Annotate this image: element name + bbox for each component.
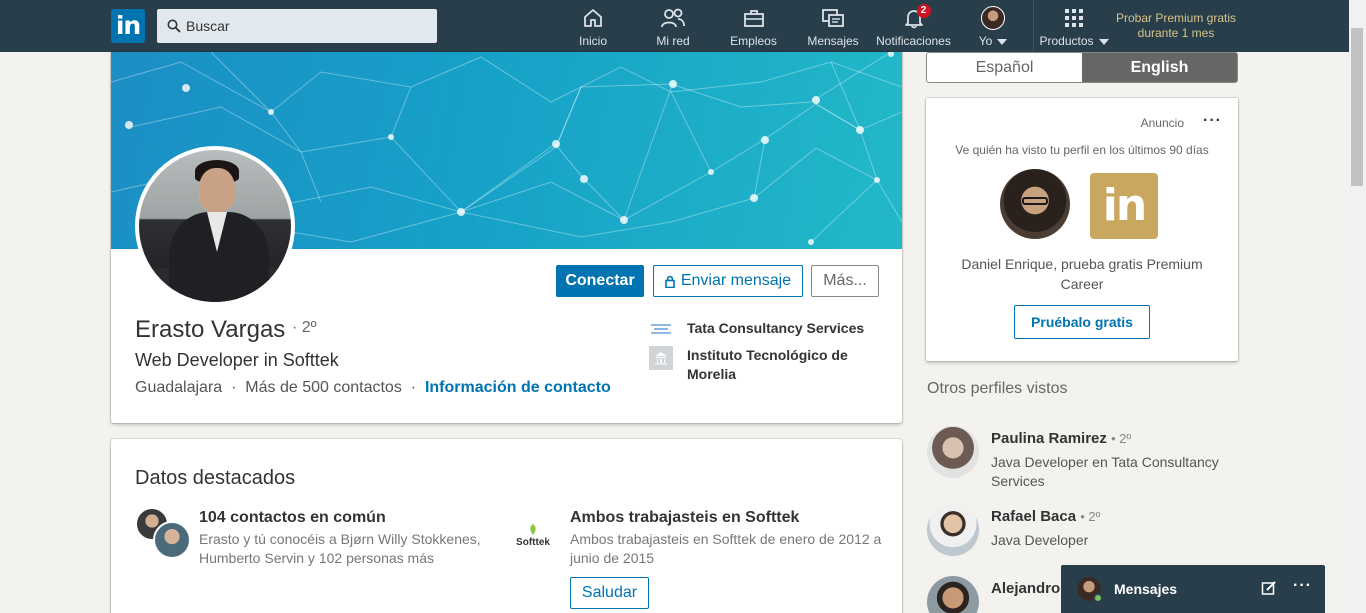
person-name: Paulina Ramirez [991, 430, 1107, 447]
nav-jobs-label: Empleos [730, 34, 777, 48]
worked-together-title: Ambos trabajasteis en Softtek [570, 509, 800, 526]
connection-degree: • 2º [1080, 509, 1101, 524]
messaging-bar[interactable]: Mensajes ··· [1061, 565, 1325, 613]
nav-me[interactable]: Yo [976, 6, 1010, 50]
nav-messages[interactable]: Mensajes [807, 6, 859, 50]
nav-notifications-label: Notificaciones [876, 34, 951, 48]
more-actions-button[interactable]: Más... [811, 265, 879, 297]
meta-separator: · [231, 379, 237, 396]
network-icon [661, 8, 685, 28]
mutual-contact-avatar [153, 521, 191, 559]
person-title: Java Developer [991, 532, 1089, 548]
nav-network[interactable]: Mi red [654, 6, 692, 50]
mutual-contacts-desc: Erasto y tú conocéis a Bjørn Willy Stokk… [199, 531, 481, 566]
nav-network-label: Mi red [656, 34, 690, 48]
worked-together[interactable]: Ambos trabajasteis en Softtek Ambos trab… [570, 509, 890, 568]
person-name: Rafael Baca [991, 508, 1077, 525]
chevron-down-icon [1098, 38, 1109, 45]
send-message-label: Enviar mensaje [680, 272, 792, 289]
connection-degree: · 2º [291, 319, 317, 336]
nav-products[interactable]: Productos [1037, 6, 1111, 50]
profile-headline: Web Developer in Softtek [135, 350, 339, 370]
linkedin-premium-logo: in [1090, 173, 1158, 239]
language-english[interactable]: English [1082, 53, 1237, 82]
profile-photo[interactable] [135, 146, 295, 306]
profile-name-row: Erasto Vargas · 2º [135, 316, 316, 344]
page-scrollbar[interactable] [1349, 0, 1366, 613]
search-icon [167, 19, 181, 33]
nav-notifications[interactable]: 2 Notificaciones [876, 4, 951, 50]
company-name: Tata Consultancy Services [687, 320, 865, 336]
connect-button[interactable]: Conectar [556, 265, 644, 297]
ad-menu-icon[interactable]: ··· [1203, 112, 1222, 130]
profile-location: Guadalajara [135, 379, 223, 396]
nav-me-label: Yo [978, 34, 993, 48]
highlights-card: Datos destacados 104 contactos en común … [111, 439, 902, 613]
top-navbar: in Inicio Mi red Empleos Mensajes 2 Noti… [0, 0, 1366, 52]
premium-ad-card: Anuncio ··· Ve quién ha visto tu perfil … [926, 98, 1238, 361]
notification-badge: 2 [916, 4, 931, 18]
worked-together-desc: Ambos trabajasteis en Softtek de enero d… [570, 531, 882, 566]
ad-subtitle: Ve quién ha visto tu perfil en los últim… [955, 143, 1209, 157]
person-name: Alejandro [991, 580, 1061, 597]
avatar [927, 504, 979, 556]
profile-name: Erasto Vargas [135, 316, 286, 343]
user-avatar [981, 6, 1005, 30]
chevron-down-icon [997, 38, 1008, 45]
profile-connections[interactable]: Más de 500 contactos [245, 379, 402, 396]
nav-messages-label: Mensajes [807, 34, 859, 48]
nav-products-label: Productos [1039, 34, 1094, 48]
language-toggle: Español English [926, 52, 1238, 83]
online-status-icon [1093, 593, 1103, 603]
messages-icon [822, 9, 844, 27]
send-message-button[interactable]: Enviar mensaje [653, 265, 803, 297]
mutual-contacts-title: 104 contactos en común [199, 509, 386, 526]
person-title: Java Developer en Tata Consultancy Servi… [991, 454, 1219, 489]
ad-label: Anuncio [1140, 116, 1184, 130]
say-hello-button[interactable]: Saludar [570, 577, 649, 609]
viewer-avatar [1000, 169, 1070, 239]
scrollbar-thumb[interactable] [1351, 28, 1363, 186]
highlights-title: Datos destacados [135, 467, 296, 489]
grid-icon [1065, 9, 1083, 27]
tcs-logo [651, 324, 671, 334]
profile-meta: Guadalajara · Más de 500 contactos · Inf… [135, 379, 611, 397]
home-icon [584, 9, 602, 27]
try-free-button[interactable]: Pruébalo gratis [1014, 305, 1150, 339]
others-viewed-title: Otros perfiles vistos [927, 380, 1068, 397]
lock-icon [665, 275, 675, 288]
try-premium-link[interactable]: Probar Premium gratis durante 1 mes [1110, 11, 1242, 41]
briefcase-icon [743, 10, 764, 27]
search-input[interactable] [186, 18, 426, 34]
meta-separator: · [410, 379, 417, 396]
profile-card: Conectar Enviar mensaje Más... Erasto Va… [111, 52, 902, 423]
ad-text: Daniel Enrique, prueba gratis Premium Ca… [961, 256, 1203, 292]
search-box[interactable] [157, 9, 437, 43]
avatar [927, 426, 979, 478]
nav-home[interactable]: Inicio [576, 6, 610, 50]
messaging-menu-icon[interactable]: ··· [1293, 577, 1312, 595]
mutual-contacts[interactable]: 104 contactos en común Erasto y tú conoc… [199, 509, 499, 568]
avatar [927, 576, 979, 613]
school-icon [649, 346, 673, 370]
nav-divider [1033, 0, 1034, 52]
language-spanish[interactable]: Español [927, 53, 1082, 82]
softtek-logo: Softtek [514, 524, 552, 548]
contact-info-link[interactable]: Información de contacto [425, 379, 611, 396]
linkedin-logo[interactable]: in [111, 9, 145, 43]
connection-degree: • 2º [1111, 431, 1132, 446]
nav-home-label: Inicio [578, 34, 607, 48]
nav-jobs[interactable]: Empleos [730, 6, 777, 50]
current-company[interactable]: Tata Consultancy Services [649, 320, 864, 336]
school-name: Instituto Tecnológico de Morelia [687, 347, 848, 382]
compose-icon[interactable] [1261, 580, 1277, 596]
education[interactable]: Instituto Tecnológico de Morelia [649, 346, 889, 384]
messaging-label: Mensajes [1114, 581, 1178, 597]
